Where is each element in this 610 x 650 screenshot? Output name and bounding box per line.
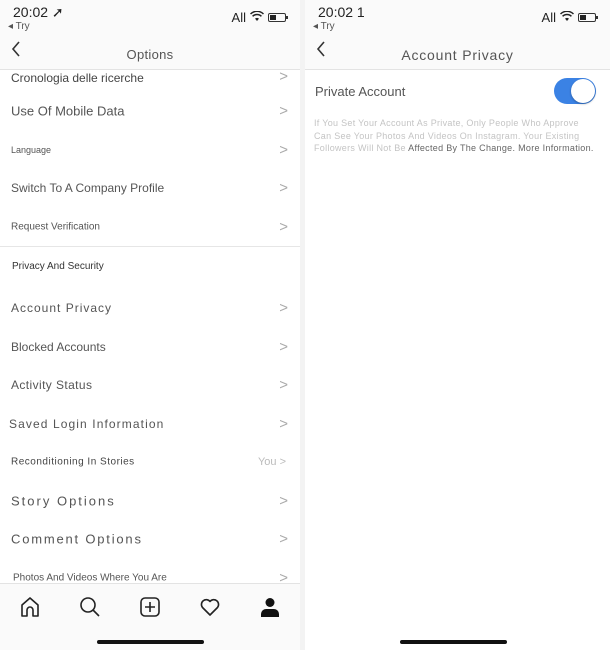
private-account-description: If You Set Your Account As Private, Only… xyxy=(314,117,596,155)
home-indicator[interactable] xyxy=(400,640,507,644)
chevron-right-icon: > xyxy=(279,179,288,197)
list-item-label: Cronologia delle ricerche xyxy=(11,71,144,85)
heart-icon xyxy=(200,598,220,616)
home-indicator[interactable] xyxy=(97,640,204,644)
description-text-dark: Affected By The Change. xyxy=(408,143,516,153)
section-header-label: Privacy And Security xyxy=(12,261,104,272)
list-item-label: Story Options xyxy=(11,493,116,509)
options-screen: 20:02 ➚ ◂ Try All Options Cronologia del… xyxy=(0,0,300,650)
tab-search[interactable] xyxy=(75,592,105,622)
list-item-company-profile[interactable]: Switch To A Company Profile > xyxy=(0,169,300,208)
status-indicators: All xyxy=(541,10,598,25)
private-account-label: Private Account xyxy=(315,84,406,99)
tab-home[interactable] xyxy=(15,592,45,622)
chevron-right-icon: > xyxy=(279,376,288,394)
tab-activity[interactable] xyxy=(195,592,225,622)
list-item-label: Language xyxy=(11,144,52,155)
options-list: Cronologia delle ricerche > Use Of Mobil… xyxy=(0,68,300,597)
list-item-request-verification[interactable]: Request Verification > xyxy=(0,208,300,247)
page-title: Account Privacy xyxy=(401,47,514,63)
wifi-icon xyxy=(249,10,265,25)
home-icon xyxy=(21,597,39,617)
chevron-right-icon: > xyxy=(279,338,288,356)
nav-bar: Options xyxy=(0,38,300,70)
list-item-label: Request Verification xyxy=(11,221,100,233)
chevron-right-icon: > xyxy=(279,141,288,159)
wifi-icon xyxy=(559,10,575,25)
account-privacy-screen: 20:02 1 ◂ Try All Account Privacy Privat… xyxy=(305,0,610,650)
chevron-right-icon: > xyxy=(279,68,288,85)
list-item-blocked-accounts[interactable]: Blocked Accounts > xyxy=(0,328,300,367)
list-item-label: Saved Login Information xyxy=(9,416,165,431)
tab-profile[interactable] xyxy=(255,592,285,622)
chevron-right-icon: > xyxy=(279,415,288,433)
chevron-right-icon: > xyxy=(279,102,288,120)
list-item-mobile-data[interactable]: Use Of Mobile Data > xyxy=(0,92,300,131)
chevron-right-icon: > xyxy=(279,218,288,236)
status-time: 20:02 ➚ xyxy=(13,4,64,20)
list-item-label: Comment Options xyxy=(11,531,143,547)
search-icon xyxy=(80,597,100,617)
list-item-account-privacy[interactable]: Account Privacy > xyxy=(0,289,300,328)
profile-icon xyxy=(261,598,279,617)
tab-new-post[interactable] xyxy=(135,592,165,622)
list-item-label: Use Of Mobile Data xyxy=(11,103,125,119)
row-value: You > xyxy=(257,456,286,469)
page-title: Options xyxy=(126,47,174,62)
add-post-icon xyxy=(140,597,160,617)
list-item-comment-options[interactable]: Comment Options > xyxy=(0,520,300,559)
list-item-saved-login[interactable]: Saved Login Information > xyxy=(0,405,300,444)
status-time: 20:02 1 xyxy=(318,4,365,20)
list-item-label: Reconditioning In Stories xyxy=(11,456,135,468)
list-item-story-restrictions[interactable]: Reconditioning In Stories You > xyxy=(0,443,300,482)
back-to-app-link[interactable]: ◂ Try xyxy=(313,21,335,32)
list-item-language[interactable]: Language > xyxy=(0,131,300,170)
more-info-link[interactable]: More Information. xyxy=(518,143,594,153)
chevron-right-icon: > xyxy=(279,299,288,317)
carrier-label: All xyxy=(541,10,556,25)
battery-icon xyxy=(268,13,288,22)
list-item-label: Account Privacy xyxy=(11,301,113,316)
list-item-search-history[interactable]: Cronologia delle ricerche > xyxy=(0,68,300,92)
private-account-row: Private Account xyxy=(305,72,610,110)
private-account-toggle[interactable] xyxy=(554,78,596,104)
list-item-label: Switch To A Company Profile xyxy=(11,181,165,196)
status-bar: 20:02 1 ◂ Try All xyxy=(305,0,610,38)
carrier-label: All xyxy=(231,10,246,25)
list-item-story-options[interactable]: Story Options > xyxy=(0,482,300,521)
toggle-knob xyxy=(571,79,595,103)
list-item-label: Photos And Videos Where You Are xyxy=(13,572,167,584)
battery-icon xyxy=(578,13,598,22)
list-item-label: Activity Status xyxy=(11,378,93,393)
back-to-app-link[interactable]: ◂ Try xyxy=(8,21,30,32)
nav-bar: Account Privacy xyxy=(305,38,610,70)
chevron-right-icon: > xyxy=(279,530,288,548)
section-header-privacy: Privacy And Security xyxy=(0,247,300,289)
list-item-activity-status[interactable]: Activity Status > xyxy=(0,366,300,405)
status-bar: 20:02 ➚ ◂ Try All xyxy=(0,0,300,38)
status-indicators: All xyxy=(231,10,288,25)
chevron-right-icon: > xyxy=(279,492,288,510)
list-item-label: Blocked Accounts xyxy=(11,339,106,354)
